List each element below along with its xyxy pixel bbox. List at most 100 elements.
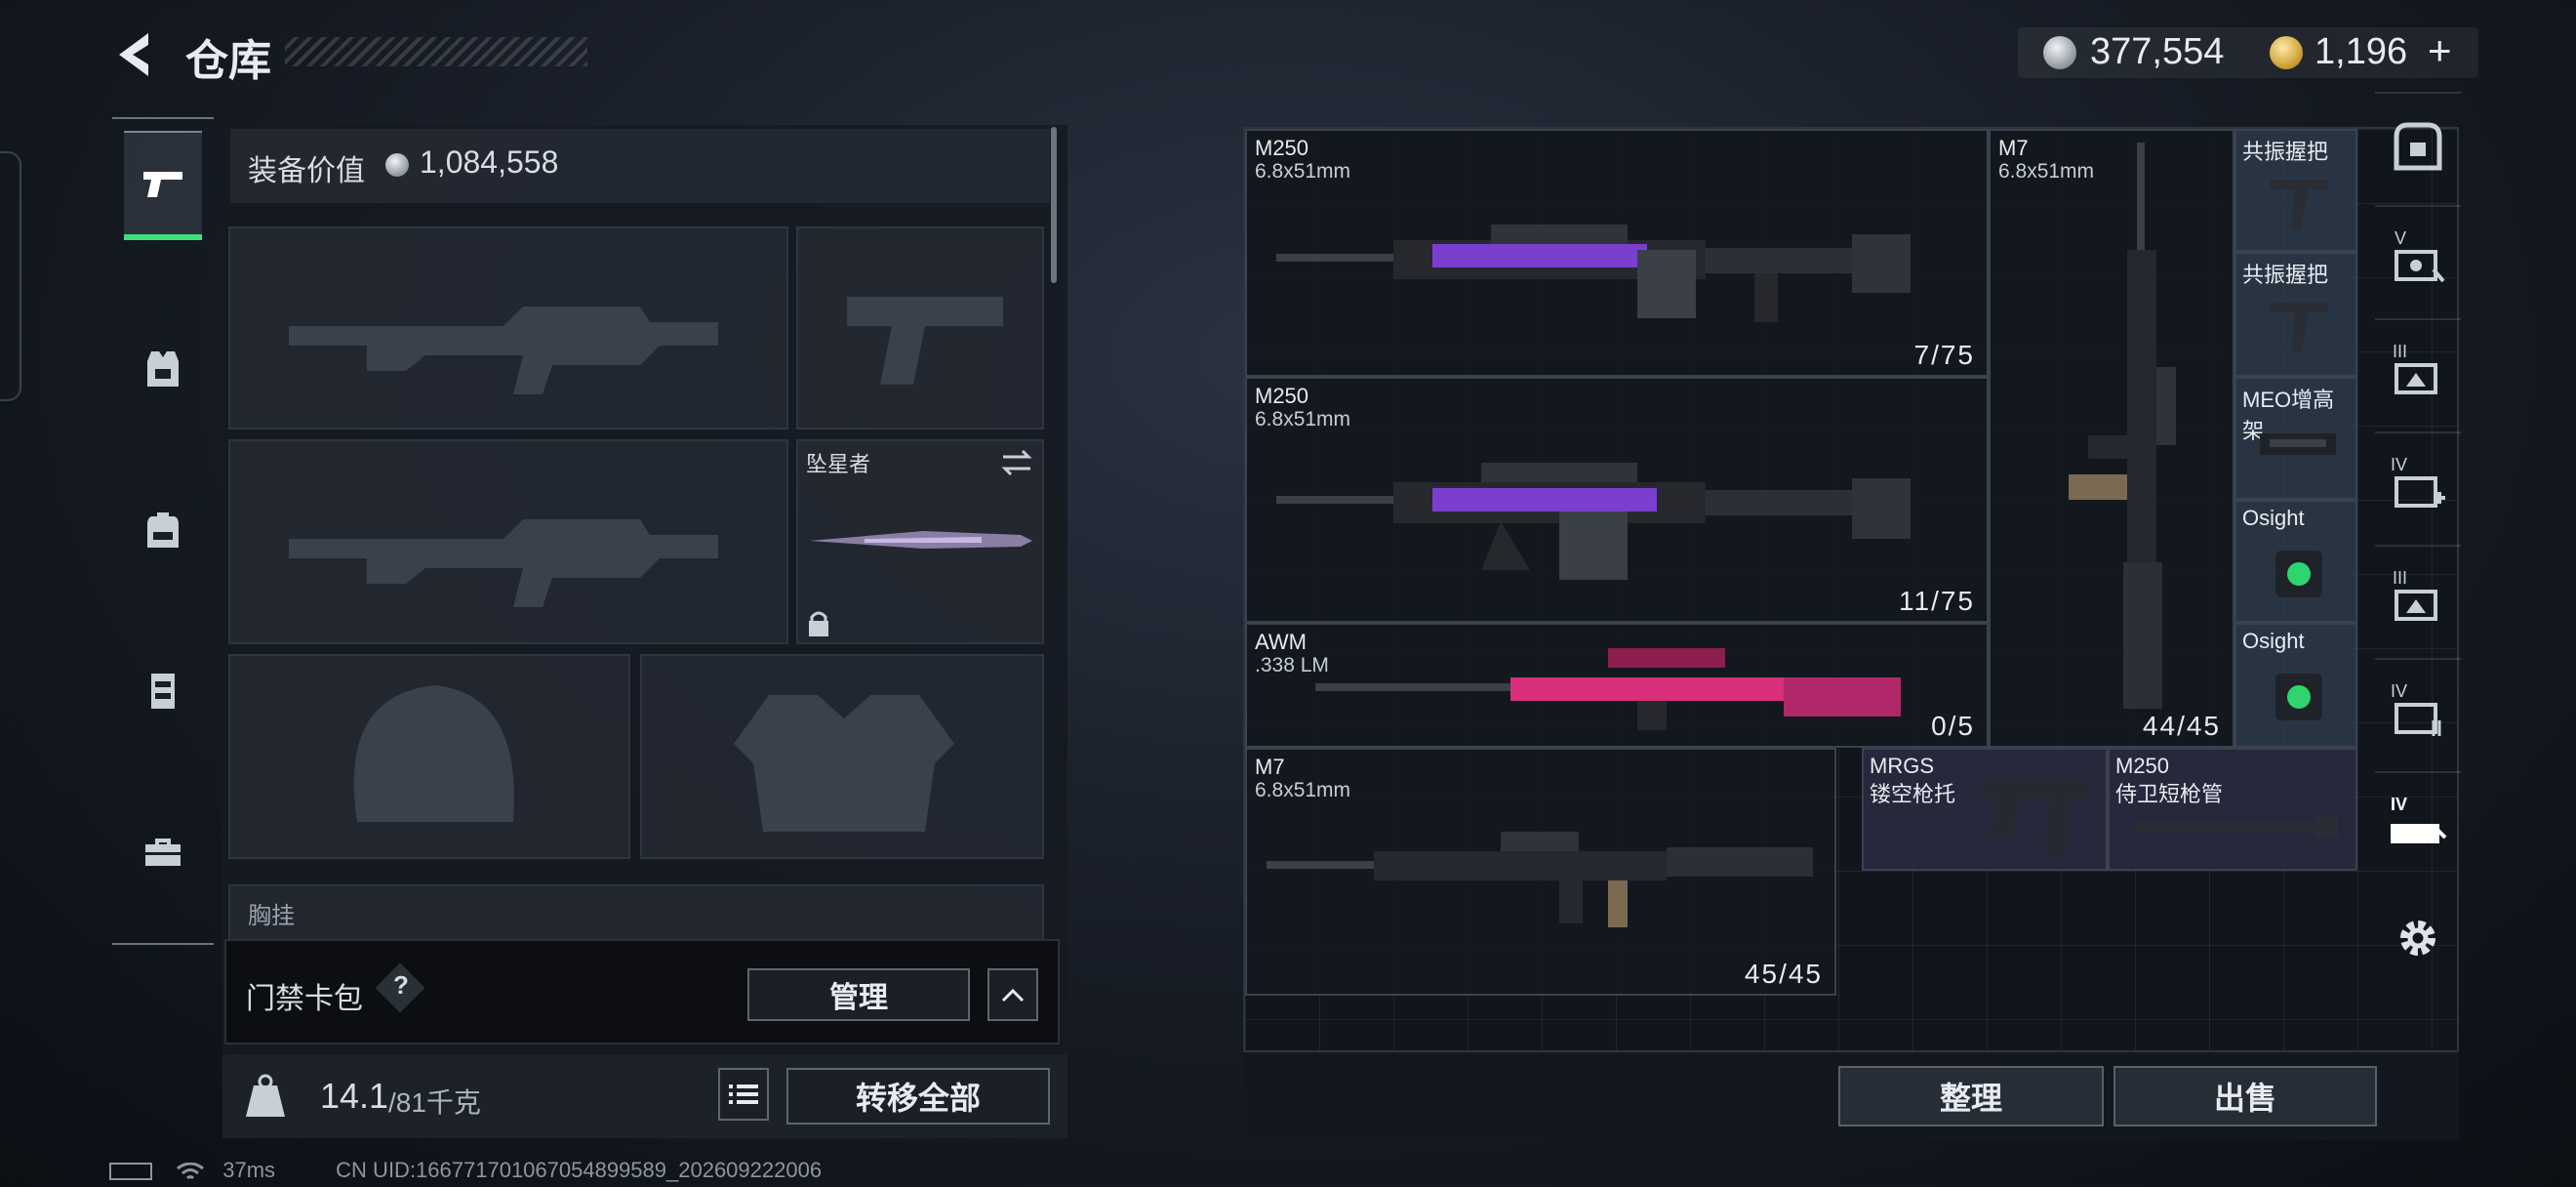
m7-rifle-icon xyxy=(1267,832,1813,927)
nav-case-iii-b[interactable]: III xyxy=(2375,545,2461,652)
equipment-value-label: 装备价值 xyxy=(248,155,365,187)
safe-box-icon xyxy=(2394,122,2442,171)
gold-currency-value: 1,196 xyxy=(2314,31,2408,72)
equipment-value: 1,084,558 xyxy=(420,144,559,180)
helmet-silhouette-icon xyxy=(353,685,514,822)
melee-slot[interactable]: 坠星者 xyxy=(796,439,1044,644)
left-category-nav xyxy=(112,117,214,945)
attachment-name: M250 xyxy=(2115,754,2170,778)
status-bar: 37ms CN UID:1667717010670548995​89_20260… xyxy=(109,1158,822,1183)
attachment-item[interactable]: 共振握把 xyxy=(2234,252,2357,377)
card-pack-label: 门禁卡包 xyxy=(246,983,363,1015)
attachment-item[interactable]: Osight xyxy=(2234,623,2357,748)
tier-label: III xyxy=(2393,342,2408,361)
m7-rifle-vertical-icon xyxy=(2069,143,2176,709)
add-currency-button[interactable]: + xyxy=(2428,27,2452,74)
nav-weapons[interactable] xyxy=(124,131,202,240)
weight-current: 14.1 xyxy=(320,1076,389,1116)
stash-footer: 整理 出售 xyxy=(1243,1052,2459,1140)
nav-toolbox[interactable] xyxy=(124,798,202,907)
attachment-name: 共振握把 xyxy=(2242,140,2329,164)
attachment-item[interactable]: 共振握把 xyxy=(2234,129,2357,252)
weapon-name: M7 xyxy=(1255,755,1285,779)
weapon-item[interactable]: M7 6.8x51mm 45/45 xyxy=(1245,748,1836,996)
melee-knife-icon xyxy=(810,531,1032,549)
settings-button[interactable] xyxy=(2375,884,2461,992)
tier-label: III xyxy=(2393,568,2408,588)
sort-button[interactable]: 整理 xyxy=(1838,1066,2104,1126)
nav-case-iii[interactable]: III xyxy=(2375,318,2461,426)
manage-button[interactable]: 管理 xyxy=(747,968,970,1021)
nav-safe-box[interactable] xyxy=(2375,92,2461,199)
nav-armor[interactable] xyxy=(124,314,202,424)
silver-currency-value: 377,554 xyxy=(2090,31,2225,72)
weapon-ammo: 44/45 xyxy=(2142,711,2221,741)
right-container-nav: V III IV III IV IV xyxy=(2375,82,2461,1054)
attachment-item[interactable]: Osight xyxy=(2234,500,2357,623)
attachment-item[interactable]: MRGS 镂空枪托 xyxy=(1862,748,2108,871)
weapon-name: M7 xyxy=(1998,136,2029,160)
grip-icon xyxy=(2270,303,2328,353)
loadout-scrollbar[interactable] xyxy=(1051,127,1057,283)
weapon-item[interactable]: M250 6.8x51mm 7/75 xyxy=(1245,129,1989,377)
stash-grid: M250 6.8x51mm 7/75 M250 6.8x51mm 11/75 A… xyxy=(1243,127,2459,1052)
weapon-ammo: 7/75 xyxy=(1913,340,1975,370)
attachment-subname: 镂空枪托 xyxy=(1870,782,1956,806)
attachment-name: 共振握把 xyxy=(2242,263,2329,287)
gold-coin-icon xyxy=(2270,36,2303,69)
primary-weapon-slot-2[interactable] xyxy=(228,439,788,644)
nav-case-iv-plus[interactable]: IV xyxy=(2375,431,2461,539)
nav-case-iv[interactable]: IV xyxy=(2375,658,2461,765)
tier-label: IV xyxy=(2391,795,2408,814)
helmet-slot[interactable] xyxy=(228,654,630,859)
weight-icon xyxy=(240,1072,291,1123)
uid-text: CN UID:1667717010670548995​89_2026092220… xyxy=(336,1158,823,1182)
nav-case-v[interactable]: V xyxy=(2375,205,2461,312)
swap-icon[interactable] xyxy=(999,447,1034,478)
list-view-button[interactable] xyxy=(718,1068,769,1121)
nav-chest-rig[interactable] xyxy=(124,636,202,746)
side-drawer-handle[interactable] xyxy=(0,151,21,401)
attachment-item[interactable]: M250 侍卫短枪管 xyxy=(2108,748,2357,871)
nav-backpack[interactable] xyxy=(124,475,202,585)
m250-purple-icon xyxy=(1276,463,1911,580)
battery-icon xyxy=(109,1163,152,1181)
riser-mount-icon xyxy=(2260,433,2336,455)
list-icon xyxy=(729,1085,758,1104)
sidearm-slot[interactable] xyxy=(796,226,1044,430)
currency-bar xyxy=(2018,27,2478,78)
melee-item-name: 坠星者 xyxy=(806,452,871,476)
page-title: 仓库 xyxy=(185,37,271,85)
primary-weapon-slot-1[interactable] xyxy=(228,226,788,430)
red-dot-sight-icon xyxy=(2275,551,2322,597)
toolbox-icon xyxy=(145,839,181,866)
weight-max: /81千克 xyxy=(388,1087,481,1118)
chest-rig-section: 胸挂 xyxy=(228,884,1044,943)
tier-label: IV xyxy=(2391,681,2408,701)
weapon-item[interactable]: M250 6.8x51mm 11/75 xyxy=(1245,377,1989,623)
weapon-item[interactable]: AWM .338 LM 0/5 xyxy=(1245,623,1989,748)
stock-icon xyxy=(1981,779,2088,857)
attachment-item[interactable]: MEO增高架 xyxy=(2234,377,2357,500)
attachment-name: MRGS xyxy=(1870,754,1934,778)
weapon-item[interactable]: M7 6.8x51mm 44/45 xyxy=(1989,129,2234,748)
collapse-button[interactable] xyxy=(987,968,1038,1021)
backpack-icon xyxy=(147,512,179,548)
grip-icon xyxy=(2270,180,2328,230)
access-card-pack: 门禁卡包 ? 管理 xyxy=(224,939,1060,1044)
sell-button[interactable]: 出售 xyxy=(2113,1066,2377,1126)
weapon-name: M250 xyxy=(1255,136,1309,160)
tier-label: IV xyxy=(2391,455,2408,474)
pistol-silhouette-icon xyxy=(847,297,1003,385)
weapon-name: AWM xyxy=(1255,630,1307,654)
attachment-subname: 侍卫短枪管 xyxy=(2115,782,2224,806)
body-armor-slot[interactable] xyxy=(640,654,1044,859)
back-arrow-icon xyxy=(119,33,148,76)
transfer-all-button[interactable]: 转移全部 xyxy=(786,1068,1050,1125)
silver-coin-icon xyxy=(385,153,409,177)
back-button[interactable] xyxy=(109,27,164,82)
title-decoration xyxy=(285,37,587,66)
red-dot-sight-icon xyxy=(2275,674,2322,720)
nav-weapon-case-iv[interactable]: IV xyxy=(2375,771,2461,879)
chest-rig-icon xyxy=(151,674,175,709)
